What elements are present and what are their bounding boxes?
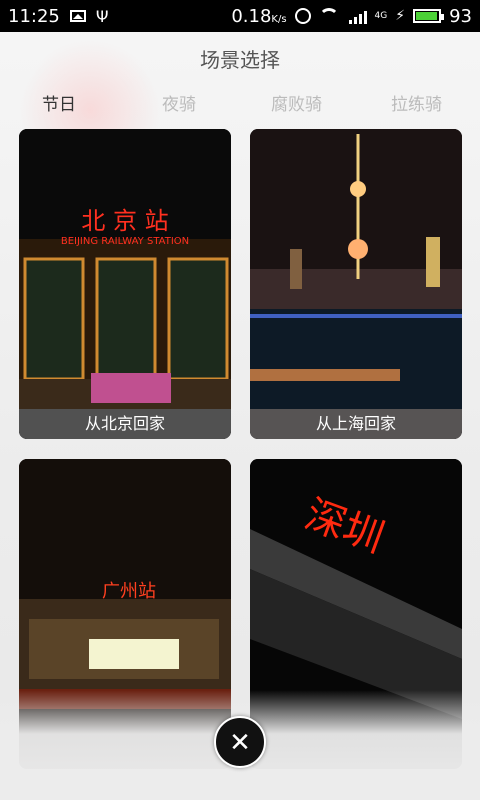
scene-caption: 从北京回家 bbox=[19, 409, 231, 439]
signal-icon bbox=[348, 8, 367, 24]
scene-card-beijing[interactable]: 北 京 站 BEIJING RAILWAY STATION 从北京回家 bbox=[19, 129, 231, 439]
tab-night-ride[interactable]: 夜骑 bbox=[162, 90, 196, 115]
tab-training-ride[interactable]: 拉练骑 bbox=[391, 90, 442, 115]
wifi-icon bbox=[319, 8, 341, 24]
sign-subtext: BEIJING RAILWAY STATION bbox=[61, 236, 189, 247]
sign-text: 北 京 站 bbox=[81, 207, 168, 235]
shanghai-skyline-image bbox=[250, 129, 462, 439]
network-type: 4G bbox=[374, 11, 388, 21]
network-speed: 0.18K/s bbox=[231, 5, 287, 27]
clock: 11:25 bbox=[8, 5, 60, 27]
scene-caption: 从上海回家 bbox=[250, 409, 462, 439]
scene-card-shanghai[interactable]: 从上海回家 bbox=[250, 129, 462, 439]
beijing-station-image: 北 京 站 BEIJING RAILWAY STATION bbox=[19, 129, 231, 439]
page-title: 场景选择 bbox=[200, 48, 280, 72]
battery-level: 93 bbox=[449, 5, 472, 27]
usb-icon: Ψ bbox=[95, 6, 109, 26]
charging-icon: ⚡ bbox=[395, 8, 406, 24]
image-icon bbox=[69, 10, 86, 22]
alarm-icon bbox=[294, 8, 311, 24]
scene-tabs: 节日 夜骑 腐败骑 拉练骑 bbox=[0, 90, 480, 120]
tab-leisure-ride[interactable]: 腐败骑 bbox=[271, 90, 322, 115]
close-icon: ✕ bbox=[229, 728, 251, 758]
sign-text: 广州站 bbox=[102, 581, 156, 602]
tab-festival[interactable]: 节日 bbox=[42, 90, 76, 115]
close-button[interactable]: ✕ bbox=[214, 716, 266, 768]
status-bar: 11:25 Ψ 0.18K/s 4G ⚡ 93 bbox=[0, 0, 480, 32]
battery-icon bbox=[413, 9, 445, 23]
